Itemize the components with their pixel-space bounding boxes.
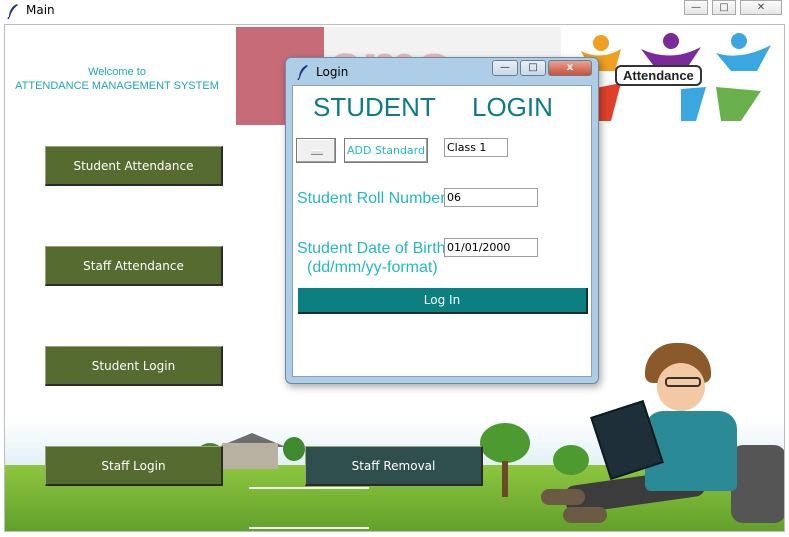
- close-button[interactable]: ✕: [740, 0, 782, 15]
- window-title: Main: [26, 3, 55, 17]
- staff-attendance-button[interactable]: Staff Attendance: [45, 246, 223, 286]
- tree: [553, 445, 589, 475]
- dialog-minimize-button[interactable]: —: [492, 60, 518, 76]
- minimize-button[interactable]: —: [684, 0, 708, 15]
- standard-field[interactable]: Class 1: [444, 138, 508, 157]
- welcome-line-2: ATTENDANCE MANAGEMENT SYSTEM: [15, 80, 219, 92]
- dialog-client-area: STUDENT LOGIN ADD Standard Class 1 Stude…: [292, 85, 592, 377]
- heading-student: STUDENT: [313, 92, 436, 122]
- dialog-close-button[interactable]: x: [548, 60, 592, 76]
- person-shoe: [541, 489, 585, 505]
- dialog-maximize-button[interactable]: □: [520, 60, 546, 76]
- tree: [283, 437, 305, 461]
- attendance-logo-text: Attendance: [615, 65, 702, 86]
- feather-icon: [297, 65, 308, 80]
- tree: [480, 423, 530, 463]
- dob-field[interactable]: 01/01/2000: [444, 238, 538, 257]
- tree-trunk: [502, 461, 508, 497]
- roll-number-field[interactable]: 06: [444, 188, 538, 207]
- person-face: [657, 363, 705, 411]
- main-titlebar: Main — □ ✕: [0, 0, 789, 22]
- staff-removal-button[interactable]: Staff Removal: [305, 446, 483, 486]
- log-in-button[interactable]: Log In: [298, 288, 588, 314]
- dob-format-label: (dd/mm/yy-format): [307, 259, 438, 276]
- person-glasses: [665, 377, 701, 387]
- staff-login-button[interactable]: Staff Login: [45, 446, 223, 486]
- student-attendance-button[interactable]: Student Attendance: [45, 146, 223, 186]
- heading-login: LOGIN: [472, 92, 553, 122]
- dialog-title: Login: [316, 65, 349, 79]
- house: [222, 443, 278, 469]
- student-login-button[interactable]: Student Login: [45, 346, 223, 386]
- welcome-line-1: Welcome to: [88, 66, 146, 78]
- standard-dropdown-button[interactable]: [296, 138, 336, 163]
- add-standard-button[interactable]: ADD Standard: [344, 138, 428, 163]
- login-dialog: Login — □ x STUDENT LOGIN ADD Standard C…: [285, 57, 599, 384]
- dropdown-indicator-icon: [311, 150, 323, 155]
- person-shoe: [563, 507, 607, 523]
- dob-label: Student Date of Birth: [297, 240, 446, 257]
- feather-icon: [7, 4, 18, 19]
- backpack: [731, 445, 784, 523]
- roll-number-label: Student Roll Number: [297, 190, 446, 207]
- maximize-button[interactable]: □: [712, 0, 736, 15]
- white-fence: [249, 487, 369, 529]
